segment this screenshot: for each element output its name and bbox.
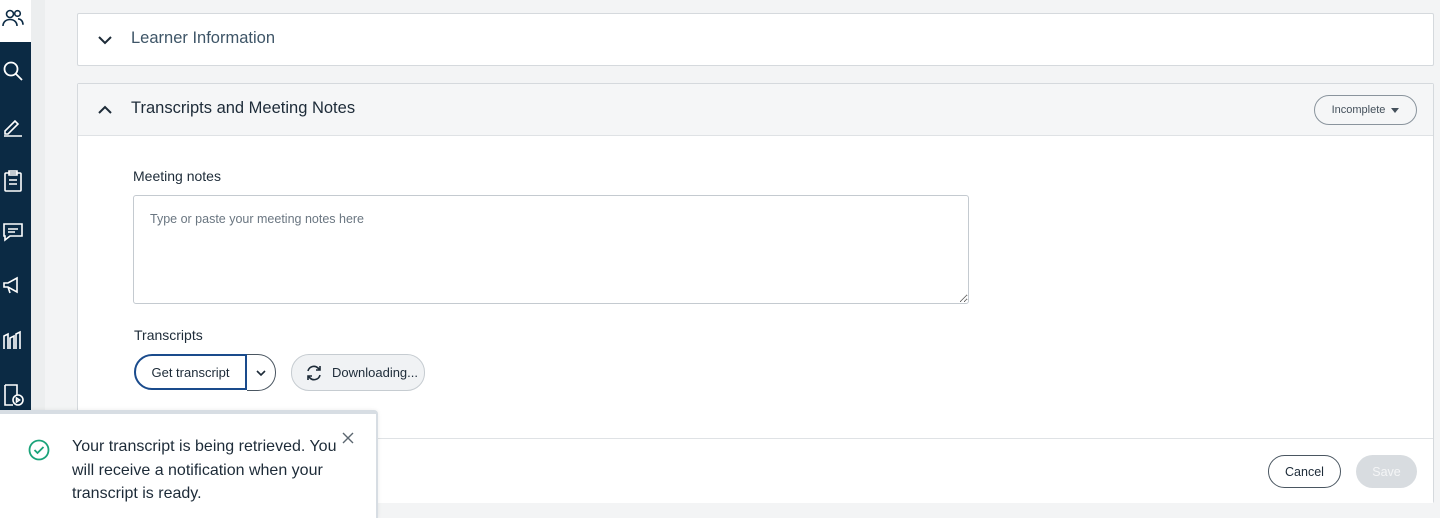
megaphone-icon[interactable] (0, 272, 26, 298)
caret-down-icon (1391, 107, 1400, 113)
cancel-button[interactable]: Cancel (1268, 455, 1341, 488)
status-dropdown[interactable]: Incomplete (1314, 95, 1417, 125)
transcript-options-button[interactable] (247, 354, 276, 391)
meeting-notes-label: Meeting notes (133, 168, 221, 184)
downloading-button[interactable]: Downloading... (291, 354, 425, 391)
downloading-label: Downloading... (332, 365, 418, 380)
refresh-icon (307, 365, 321, 380)
close-icon[interactable] (341, 431, 355, 445)
learner-information-header[interactable]: Learner Information (78, 14, 1433, 66)
status-label: Incomplete (1331, 104, 1386, 116)
pen-icon[interactable] (0, 113, 26, 139)
chat-icon[interactable] (0, 219, 26, 245)
save-label: Save (1372, 464, 1401, 479)
meeting-notes-input[interactable] (133, 195, 969, 304)
users-icon[interactable] (0, 5, 26, 31)
chevron-down-icon (256, 369, 266, 376)
panel-title: Transcripts and Meeting Notes (131, 99, 356, 117)
learner-information-panel: Learner Information (77, 13, 1434, 66)
panel-title: Learner Information (131, 29, 275, 47)
check-circle-icon (28, 439, 50, 461)
save-button[interactable]: Save (1356, 455, 1417, 488)
chart-icon[interactable] (0, 327, 26, 353)
toast-notification: Your transcript is being retrieved. You … (0, 410, 378, 518)
get-transcript-button[interactable]: Get transcript (134, 354, 247, 390)
get-transcript-label: Get transcript (151, 364, 230, 380)
chevron-up-icon[interactable] (96, 101, 114, 119)
document-play-icon[interactable] (0, 382, 26, 408)
toast-message: Your transcript is being retrieved. You … (72, 438, 337, 502)
chevron-down-icon[interactable] (96, 31, 114, 49)
clipboard-icon[interactable] (0, 168, 26, 194)
transcripts-header[interactable]: Transcripts and Meeting Notes Incomplete (78, 84, 1433, 136)
search-icon[interactable] (0, 58, 26, 84)
transcripts-label: Transcripts (134, 327, 203, 343)
cancel-label: Cancel (1285, 464, 1324, 479)
